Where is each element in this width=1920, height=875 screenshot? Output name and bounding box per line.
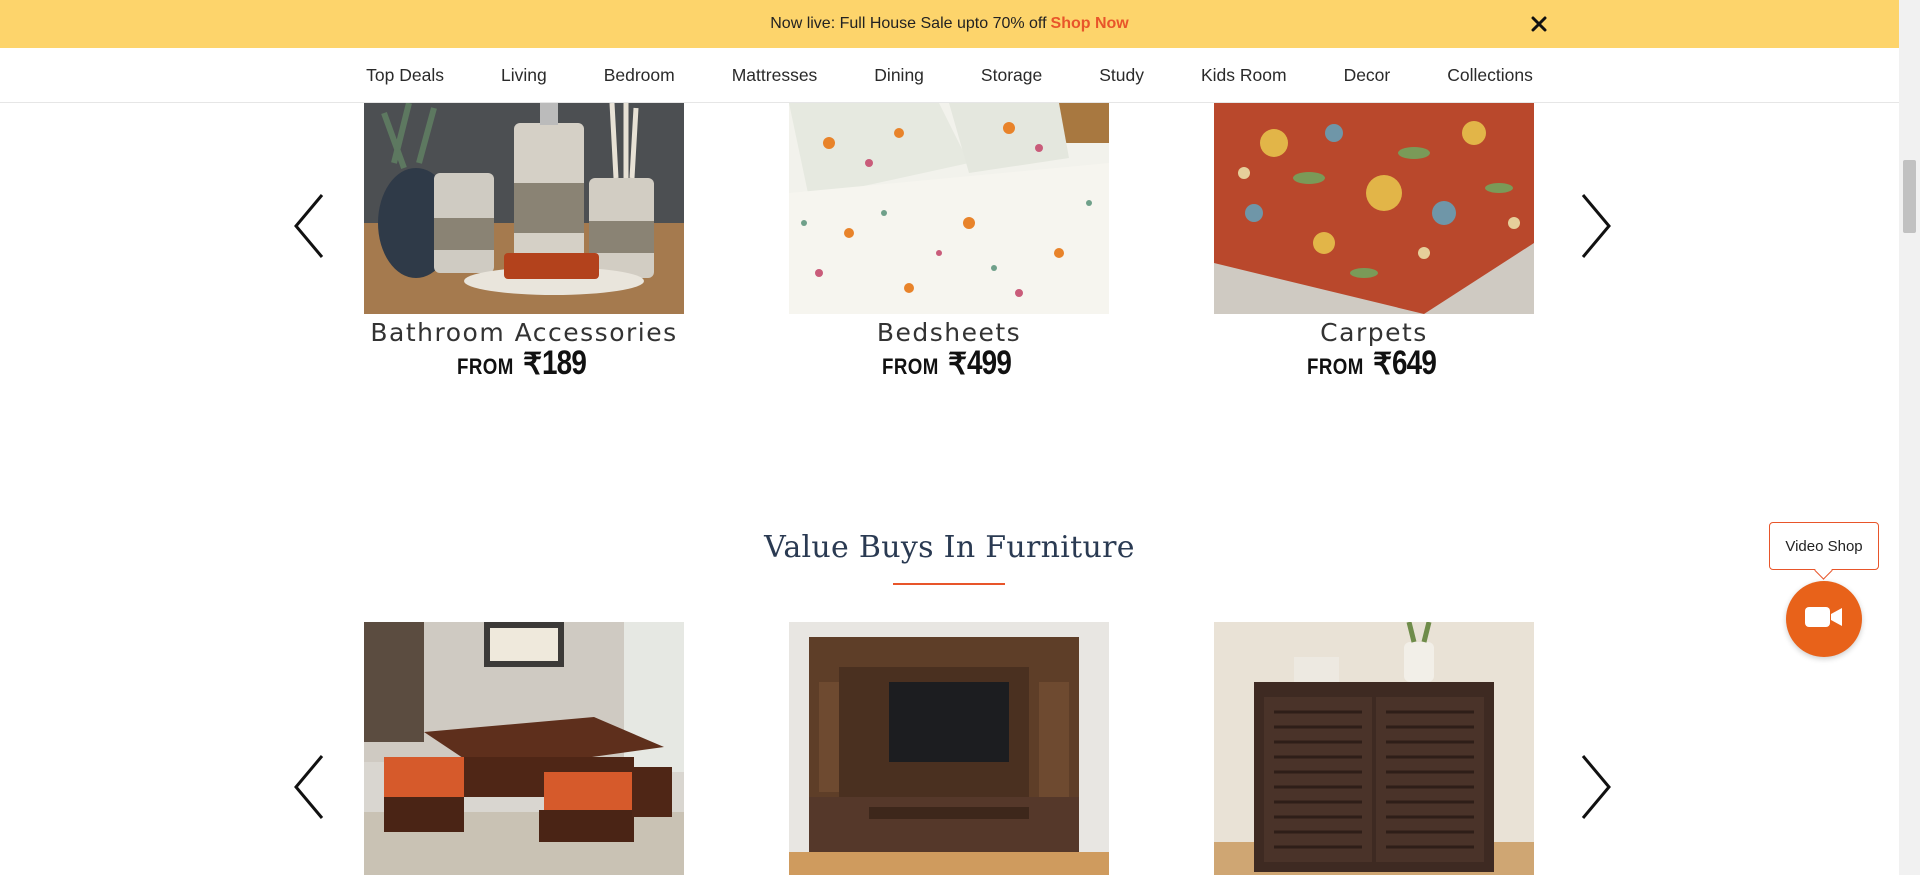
card-label: Bedsheets [876,318,1022,347]
product-card-shoe-cabinet[interactable] [1214,622,1534,875]
section-underline [893,583,1005,585]
card-label: Carpets [1320,318,1428,347]
card-label: Bathroom Accessories [370,318,678,347]
card-price: FROM ₹189 [457,344,587,382]
carousel-prev-icon[interactable] [290,752,330,822]
nav-item-living[interactable]: Living [472,65,575,86]
nav-item-kids-room[interactable]: Kids Room [1172,65,1315,86]
category-nav: Top Deals Living Bedroom Mattresses Dini… [0,48,1899,103]
category-card-carpets[interactable]: Carpets FROM ₹649 [1214,103,1534,380]
video-shop-button[interactable] [1786,581,1862,657]
nav-item-top-deals[interactable]: Top Deals [338,65,473,86]
nav-item-mattresses[interactable]: Mattresses [703,65,846,86]
carpets-image [1214,103,1534,314]
furniture-carousel [0,622,1899,875]
nav-item-collections[interactable]: Collections [1419,65,1562,86]
card-price: FROM ₹499 [882,344,1012,382]
video-camera-icon [1805,605,1843,634]
page-scrollbar[interactable] [1899,0,1920,875]
carousel-next-icon[interactable] [1575,191,1615,261]
category-carousel: Bathroom Accessories FROM ₹189 Bedsheets … [0,103,1899,403]
promo-bar: Now live: Full House Sale upto 70% off S… [0,0,1899,48]
nav-item-bedroom[interactable]: Bedroom [575,65,703,86]
coffee-table-image [364,622,684,875]
card-price: FROM ₹649 [1307,344,1437,382]
promo-text: Now live: Full House Sale upto 70% off [770,15,1047,32]
nav-item-decor[interactable]: Decor [1315,65,1419,86]
nav-item-dining[interactable]: Dining [846,65,953,86]
close-icon[interactable] [1527,12,1551,36]
bedsheets-image [789,103,1109,314]
category-card-bedsheets[interactable]: Bedsheets FROM ₹499 [789,103,1109,380]
scrollbar-thumb[interactable] [1903,160,1916,233]
video-shop-tooltip: Video Shop [1769,522,1879,570]
nav-item-study[interactable]: Study [1071,65,1173,86]
tv-unit-image [789,622,1109,875]
shop-now-link[interactable]: Shop Now [1051,15,1129,33]
carousel-prev-icon[interactable] [290,191,330,261]
shoe-cabinet-image [1214,622,1534,875]
carousel-next-icon[interactable] [1575,752,1615,822]
product-card-tv-unit[interactable] [789,622,1109,875]
section-title: Value Buys In Furniture [764,530,1135,565]
category-card-bathroom-accessories[interactable]: Bathroom Accessories FROM ₹189 [364,103,684,380]
video-shop-label: Video Shop [1785,537,1863,555]
bathroom-accessories-image [364,103,684,314]
nav-item-storage[interactable]: Storage [952,65,1070,86]
product-card-coffee-table[interactable] [364,622,684,875]
